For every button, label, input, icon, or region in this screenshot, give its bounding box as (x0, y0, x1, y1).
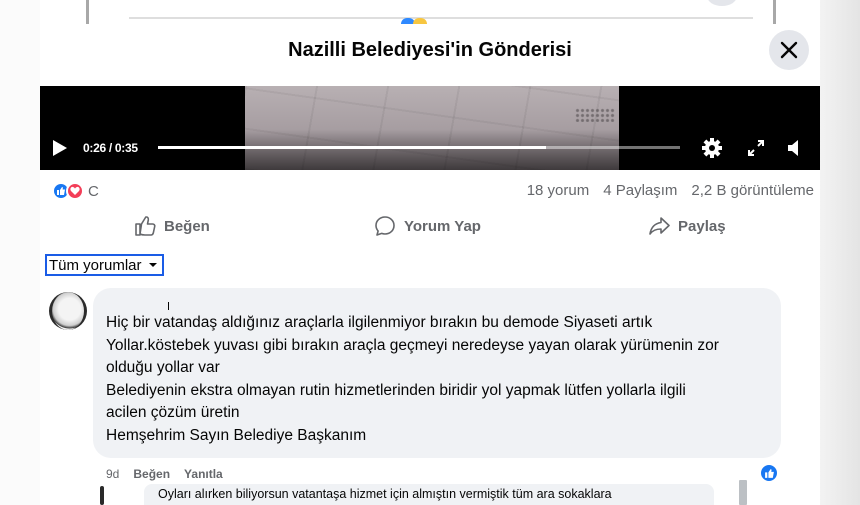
comments-count[interactable]: 18 yorum (527, 182, 590, 199)
views-count: 2,2 B görüntüleme (691, 182, 814, 199)
like-label: Beğen (164, 217, 210, 235)
reaction-count: C (88, 182, 99, 200)
action-bar: Beğen Yorum Yap Paylaş (40, 210, 820, 242)
comment-line: Yollar.köstebek yuvası gibi bırakın araç… (106, 336, 719, 354)
comment-button[interactable]: Yorum Yap (374, 210, 481, 242)
fullscreen-icon (748, 140, 764, 156)
volume-icon (788, 140, 798, 156)
volume-button[interactable] (782, 136, 806, 160)
avatar[interactable] (49, 292, 87, 330)
dialog-header: Nazilli Belediyesi'in Gönderisi (40, 24, 820, 84)
comment-like-link[interactable]: Beğen (133, 467, 170, 481)
comment-time[interactable]: 9d (106, 467, 119, 481)
thumbs-up-icon (135, 216, 156, 236)
settings-button[interactable] (700, 136, 724, 160)
settings-icon (702, 138, 722, 158)
share-button[interactable]: Paylaş (648, 210, 726, 242)
comment-reply-link[interactable]: Yanıtla (184, 467, 223, 481)
post-stats: C 18 yorum 4 Paylaşım 2,2 B görüntüleme (40, 180, 820, 202)
comment-like-badge[interactable] (759, 463, 779, 483)
post-dialog: Nazilli Belediyesi'in Gönderisi 0:26 / 0… (40, 24, 820, 505)
comment-filter-dropdown[interactable]: Tüm yorumlar (45, 254, 164, 276)
video-player[interactable]: 0:26 / 0:35 (40, 86, 820, 170)
close-button[interactable] (769, 30, 809, 70)
comment-line: acilen çözüm üretin (106, 404, 240, 422)
video-progress-bar[interactable] (158, 146, 680, 149)
love-reaction-icon (66, 182, 84, 200)
scrollbar[interactable] (739, 480, 747, 505)
comment-icon (375, 216, 395, 236)
comment-line: Hemşehrim Sayın Belediye Başkanım (106, 426, 367, 444)
comment-author[interactable] (106, 298, 768, 312)
shares-count[interactable]: 4 Paylaşım (603, 182, 677, 199)
video-progress-fill (158, 146, 546, 149)
like-button[interactable]: Beğen (134, 210, 210, 242)
comment-text: Hiç bir vatandaş aldığınız araçlarla ilg… (106, 312, 768, 448)
reactions-summary[interactable]: C (52, 182, 99, 200)
comment-bubble: Hiç bir vatandaş aldığınız araçlarla ilg… (93, 288, 781, 458)
play-icon (53, 140, 67, 156)
thumbs-up-icon (764, 468, 774, 478)
reply-preview: Oyları alırken biliyorsun vatantaşa hizm… (100, 484, 750, 505)
comment-line: Belediyenin ekstra olmayan rutin hizmetl… (106, 381, 686, 399)
comment-meta: 9d Beğen Yanıtla (106, 467, 223, 481)
comment-line: olduğu yollar var (106, 359, 220, 377)
play-button[interactable] (52, 139, 68, 157)
comment-label: Yorum Yap (404, 217, 481, 235)
comment-line: Hiç bir vatandaş aldığınız araçlarla ilg… (106, 314, 653, 331)
background-post (86, 0, 776, 24)
backdrop (0, 0, 40, 505)
backdrop-shadow (820, 0, 860, 505)
close-icon (780, 41, 798, 59)
filter-label: Tüm yorumlar (49, 256, 142, 274)
stats-right: 18 yorum 4 Paylaşım 2,2 B görüntüleme (527, 182, 814, 199)
share-icon (649, 217, 670, 235)
fullscreen-button[interactable] (744, 136, 768, 160)
video-time: 0:26 / 0:35 (83, 141, 138, 155)
reply-thread-line (100, 486, 104, 505)
chevron-down-icon (148, 263, 157, 267)
share-label: Paylaş (678, 217, 726, 235)
reply-bubble: Oyları alırken biliyorsun vatantaşa hizm… (144, 484, 714, 505)
dialog-title: Nazilli Belediyesi'in Gönderisi (288, 39, 572, 61)
